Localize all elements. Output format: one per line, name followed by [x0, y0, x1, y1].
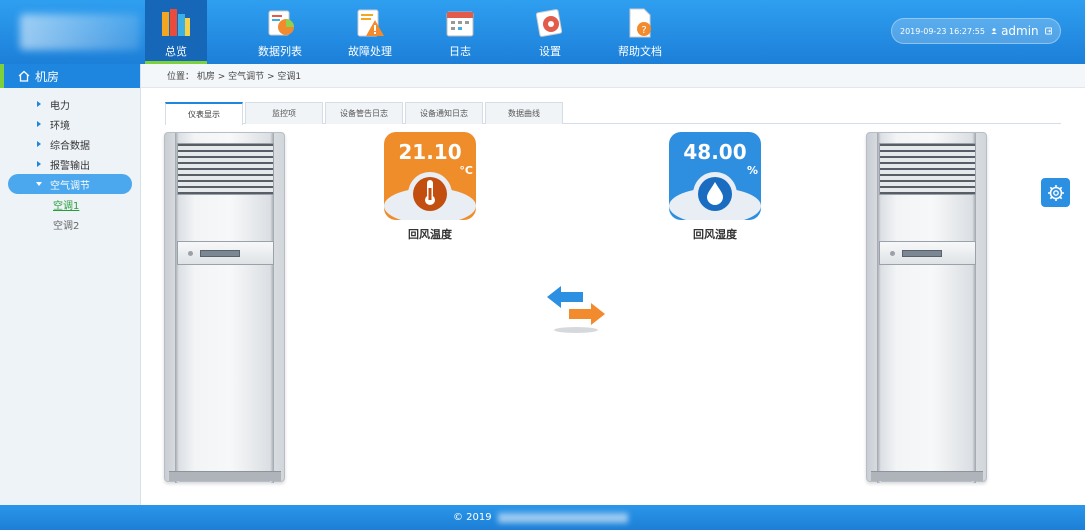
nav-overview[interactable]: 总览 — [145, 0, 207, 64]
gear-icon — [1047, 184, 1064, 201]
sidebar-item-power[interactable]: 电力 — [0, 94, 140, 114]
nav-help-doc[interactable]: ? 帮助文档 — [595, 0, 685, 64]
logout-icon[interactable] — [1044, 25, 1052, 37]
tab-data-curve[interactable]: 数据曲线 — [485, 102, 563, 124]
tab-device-alarm-log[interactable]: 设备管告日志 — [325, 102, 403, 124]
sidebar-item-label: 综合数据 — [50, 140, 90, 152]
sidebar-item-label: 空气调节 — [50, 180, 90, 192]
data-list-icon — [268, 10, 294, 36]
company-name-redacted — [497, 512, 628, 523]
footer: © 2019 — [0, 505, 1085, 530]
humidity-label: 回风湿度 — [693, 228, 737, 241]
tab-meter-display[interactable]: 仪表显示 — [165, 102, 243, 125]
sidebar-item-label: 环境 — [50, 120, 70, 132]
humidity-value: 48.00 — [683, 140, 747, 164]
nav-label: 数据列表 — [258, 45, 302, 58]
nav-log[interactable]: 日志 — [415, 0, 505, 64]
warning-icon — [357, 9, 384, 37]
sidebar-item-alarm-output[interactable]: 报警输出 — [0, 154, 140, 174]
nav-label: 日志 — [449, 45, 471, 58]
nav-label: 设置 — [539, 45, 561, 58]
switch-arrows-icon[interactable] — [543, 283, 609, 335]
home-icon — [18, 70, 30, 82]
caret-right-icon — [37, 121, 41, 127]
sidebar-item-environment[interactable]: 环境 — [0, 114, 140, 134]
ac-unit-left-image — [164, 132, 285, 483]
nav-label: 故障处理 — [348, 45, 392, 58]
nav-label: 总览 — [165, 45, 187, 58]
help-doc-icon: ? — [629, 8, 651, 38]
temperature-label: 回风温度 — [408, 228, 452, 241]
sidebar-list: 电力 环境 综合数据 报警输出 空气调节 空调1 空调2 — [0, 88, 140, 234]
humidity-tile: 48.00 % — [669, 132, 761, 220]
top-header: 总览 数据列表 故障处理 日志 设置 ? 帮助文档 2019-09-23 16:… — [0, 0, 1085, 64]
sidebar-subitem-ac2[interactable]: 空调2 — [0, 214, 140, 234]
return-air-humidity-gauge: 48.00 % 回风湿度 — [669, 132, 761, 244]
tab-bar: 仪表显示 监控项 设备管告日志 设备通知日志 数据曲线 — [165, 102, 1061, 125]
main-nav: 总览 数据列表 故障处理 日志 设置 ? 帮助文档 — [145, 0, 685, 64]
current-datetime: 2019-09-23 16:27:55 — [900, 26, 985, 36]
nav-settings[interactable]: 设置 — [505, 0, 595, 64]
sidebar-header[interactable]: 机房 — [0, 64, 140, 88]
settings-button[interactable] — [1041, 178, 1070, 207]
calendar-icon — [446, 11, 474, 37]
username[interactable]: admin — [1001, 24, 1039, 38]
sidebar-title: 机房 — [35, 69, 60, 84]
humidity-unit: % — [746, 164, 758, 177]
sidebar-item-label: 电力 — [50, 100, 70, 112]
nav-data-list[interactable]: 数据列表 — [235, 0, 325, 64]
user-icon — [991, 28, 997, 35]
return-air-temperature-gauge: 21.10 °C 回风温度 — [384, 132, 476, 244]
user-info: 2019-09-23 16:27:55 admin — [891, 18, 1061, 44]
books-icon — [162, 9, 190, 36]
caret-right-icon — [37, 101, 41, 107]
breadcrumb: 位置： 机房 > 空气调节 > 空调1 — [141, 64, 1085, 88]
sidebar: 机房 电力 环境 综合数据 报警输出 空气调节 空调1 空调2 — [0, 64, 141, 505]
sidebar-item-air-conditioning[interactable]: 空气调节 — [8, 174, 132, 194]
app-logo — [20, 14, 140, 50]
temperature-unit: °C — [459, 164, 473, 177]
temperature-value: 21.10 — [398, 140, 462, 164]
sidebar-item-combined-data[interactable]: 综合数据 — [0, 134, 140, 154]
caret-right-icon — [37, 141, 41, 147]
settings-icon — [535, 9, 563, 37]
tab-device-notify-log[interactable]: 设备通知日志 — [405, 102, 483, 124]
nav-fault-handling[interactable]: 故障处理 — [325, 0, 415, 64]
nav-label: 帮助文档 — [618, 45, 662, 58]
sidebar-subitem-ac1[interactable]: 空调1 — [0, 194, 140, 214]
caret-right-icon — [37, 161, 41, 167]
sidebar-item-label: 报警输出 — [50, 160, 90, 172]
ac-unit-right-image — [866, 132, 987, 483]
temperature-tile: 21.10 °C — [384, 132, 476, 220]
copyright-text: © 2019 — [453, 512, 492, 523]
svg-text:?: ? — [641, 25, 646, 36]
tab-monitor-items[interactable]: 监控项 — [245, 102, 323, 124]
caret-down-icon — [36, 182, 42, 186]
